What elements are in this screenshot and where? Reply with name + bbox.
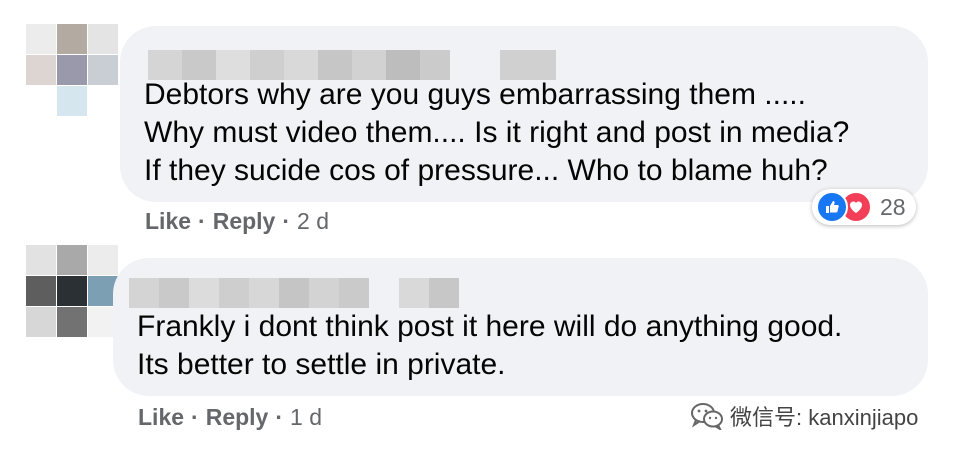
comment-line: If they sucide cos of pressure... Who to… [144, 154, 828, 187]
watermark-text: 微信号: kanxinjiapo [730, 405, 919, 430]
comment-actions: Like · Reply · 2 d [145, 208, 329, 235]
thumbs-up-icon [816, 191, 848, 223]
timestamp[interactable]: 2 d [297, 208, 329, 235]
reply-button[interactable]: Reply [213, 208, 276, 235]
comment-bubble: Debtors why are you guys embarrassing th… [120, 26, 928, 202]
comment-bubble: Frankly i dont think post it here will d… [113, 258, 928, 396]
wechat-icon [691, 403, 723, 430]
comment-line: Debtors why are you guys embarrassing th… [144, 78, 806, 111]
reply-button[interactable]: Reply [206, 404, 269, 431]
comment-text: Frankly i dont think post it here will d… [137, 308, 842, 384]
watermark: 微信号: kanxinjiapo [690, 400, 918, 432]
comment-line: Its better to settle in private. [137, 348, 506, 381]
timestamp[interactable]: 1 d [290, 404, 322, 431]
avatar[interactable] [26, 245, 118, 337]
comment-actions: Like · Reply · 1 d [138, 404, 322, 431]
reaction-count: 28 [880, 193, 906, 220]
separator: · [191, 404, 199, 430]
like-button[interactable]: Like [145, 208, 191, 235]
separator: · [198, 208, 206, 234]
comments-section: Debtors why are you guys embarrassing th… [0, 0, 956, 461]
comment-line: Why must video them.... Is it right and … [144, 116, 850, 149]
reactions-summary[interactable]: 28 [812, 189, 916, 225]
comment-text: Debtors why are you guys embarrassing th… [144, 76, 849, 190]
commenter-name-redacted[interactable] [129, 278, 459, 308]
separator: · [282, 208, 291, 234]
like-button[interactable]: Like [138, 404, 184, 431]
separator: · [275, 404, 284, 430]
comment-line: Frankly i dont think post it here will d… [137, 310, 843, 343]
avatar[interactable] [26, 24, 118, 116]
